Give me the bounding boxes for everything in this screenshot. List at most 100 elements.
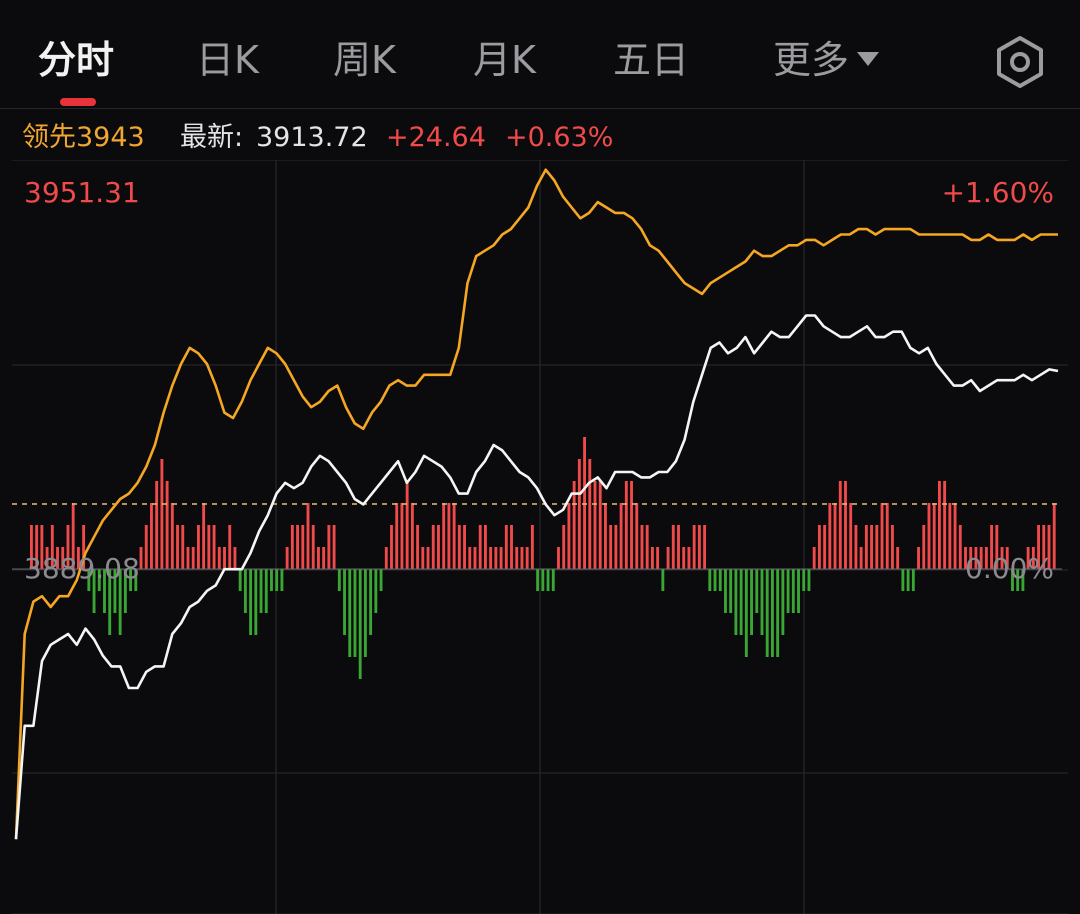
difference-bar (760, 569, 764, 635)
difference-bar (478, 525, 482, 569)
difference-bar (828, 503, 832, 569)
tab-label: 更多 (773, 38, 850, 82)
difference-bar (421, 547, 425, 569)
difference-bar (614, 525, 618, 569)
tab-label: 五日 (613, 38, 690, 82)
difference-bar (624, 481, 628, 569)
difference-bar (363, 569, 367, 657)
difference-bar (682, 547, 686, 569)
tab-label: 分时 (38, 38, 115, 82)
difference-bar (927, 503, 931, 569)
difference-bar (290, 525, 294, 569)
difference-bar (943, 481, 947, 569)
difference-bar (838, 481, 842, 569)
difference-bar (139, 547, 143, 569)
difference-bar (536, 569, 540, 591)
difference-bar (557, 547, 560, 569)
tab-weekly-k[interactable]: 周K (333, 30, 396, 90)
difference-bar (181, 525, 185, 569)
difference-bar (791, 569, 795, 613)
difference-bar (405, 481, 409, 569)
difference-bar (317, 547, 320, 569)
difference-bar (567, 503, 571, 569)
difference-bar (750, 569, 753, 635)
difference-bar (259, 569, 263, 613)
settings-hexagon-icon[interactable] (992, 34, 1048, 90)
difference-bar (859, 547, 863, 569)
difference-bars (30, 437, 1056, 679)
difference-bar (776, 569, 780, 657)
difference-bar (671, 525, 675, 569)
difference-bar (468, 547, 472, 569)
difference-bar (243, 569, 247, 613)
difference-bar (337, 569, 341, 591)
difference-bar (541, 569, 545, 591)
tab-daily-k[interactable]: 日K (196, 30, 259, 90)
difference-bar (833, 503, 837, 569)
difference-bar (598, 481, 602, 569)
difference-bar (880, 503, 884, 569)
tab-monthly-k[interactable]: 月K (473, 30, 536, 90)
difference-bar (588, 459, 592, 569)
difference-bar (395, 503, 399, 569)
difference-bar (807, 569, 811, 591)
difference-bar (353, 569, 357, 657)
difference-bar (463, 525, 466, 569)
difference-bar (249, 569, 253, 635)
difference-bar (264, 569, 268, 613)
difference-bar (358, 569, 362, 679)
difference-bar (170, 503, 174, 569)
difference-bar (546, 569, 550, 591)
difference-bar (369, 569, 373, 635)
price-change-pct: +0.63% (505, 122, 614, 153)
difference-bar (150, 503, 153, 569)
chart-period-tabs: 分时 日K 周K 月K 五日 更多 (0, 0, 1080, 108)
difference-bar (724, 569, 727, 613)
difference-bar (473, 547, 477, 569)
tab-label: 周K (333, 38, 396, 82)
difference-bar (958, 525, 962, 569)
intraday-chart[interactable] (0, 160, 1080, 914)
difference-bar (666, 547, 670, 569)
tab-more-dropdown[interactable]: 更多 (773, 30, 880, 90)
difference-bar (400, 503, 404, 569)
tab-label: 日K (196, 38, 259, 82)
difference-bar (442, 503, 446, 569)
difference-bar (864, 525, 868, 569)
difference-bar (223, 547, 226, 569)
difference-bar (755, 569, 759, 613)
difference-bar (797, 569, 800, 613)
difference-bar (854, 525, 858, 569)
difference-bar (212, 525, 216, 569)
difference-bar (948, 503, 952, 569)
axis-max-pct: +1.60% (941, 176, 1054, 209)
difference-bar (937, 481, 941, 569)
tab-five-day[interactable]: 五日 (613, 30, 689, 90)
difference-bar (254, 569, 258, 635)
difference-bar (697, 525, 701, 569)
difference-bar (718, 569, 722, 591)
tab-intraday[interactable]: 分时 (38, 30, 114, 90)
difference-bar (635, 503, 639, 569)
axis-max-price: 3951.31 (24, 176, 140, 209)
difference-bar (238, 569, 242, 591)
difference-bar (515, 547, 519, 569)
difference-bar (619, 503, 623, 569)
header-divider (0, 108, 1080, 109)
difference-bar (165, 481, 169, 569)
difference-bar (729, 569, 733, 613)
difference-bar (379, 569, 383, 591)
difference-bar (593, 481, 597, 569)
difference-bar (202, 503, 206, 569)
difference-bar (744, 569, 748, 657)
difference-bar (781, 569, 785, 635)
axis-base-price: 3889.08 (24, 552, 140, 585)
difference-bar (270, 569, 273, 591)
active-tab-indicator (60, 98, 96, 106)
difference-bar (207, 525, 211, 569)
difference-bar (817, 525, 821, 569)
difference-bar (196, 525, 200, 569)
difference-bar (870, 525, 874, 569)
difference-bar (630, 481, 633, 569)
difference-bar (285, 547, 289, 569)
